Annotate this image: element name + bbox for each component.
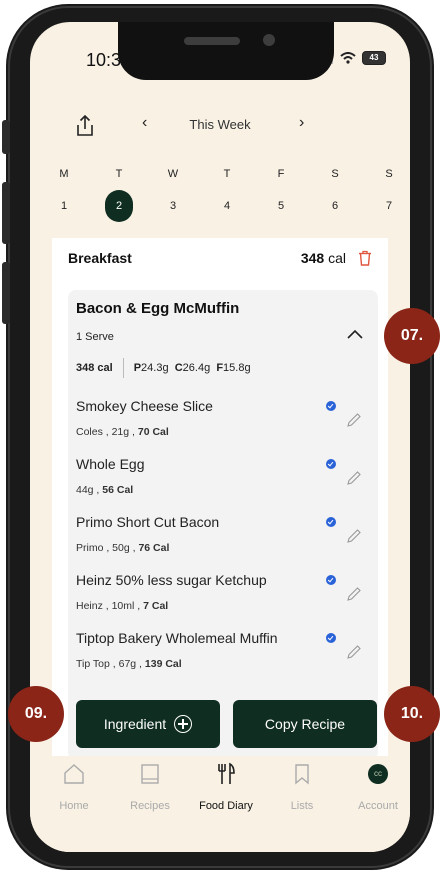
ingredient-name: Tiptop Bakery Wholemeal Muffin (76, 630, 278, 646)
copy-recipe-label: Copy Recipe (264, 716, 346, 732)
ingredient-item[interactable]: Tiptop Bakery Wholemeal Muffin Tip Top ,… (76, 630, 366, 680)
trash-icon[interactable] (358, 250, 372, 266)
recipe-name: Bacon & Egg McMuffin (76, 300, 240, 317)
verified-icon (326, 401, 336, 411)
weekday-label: T (223, 168, 231, 180)
ingredient-name: Whole Egg (76, 456, 145, 472)
date-cell[interactable]: 4 (213, 190, 241, 222)
tab-label: Home (59, 800, 89, 812)
weekday-label: F (277, 168, 285, 180)
meal-cal-value: 348 (300, 250, 325, 266)
pencil-icon[interactable] (346, 586, 362, 602)
copy-recipe-button[interactable]: Copy Recipe (233, 700, 377, 748)
date-cell[interactable]: 3 (159, 190, 187, 222)
date-cell[interactable]: 1 (50, 190, 78, 222)
silent-switch (2, 120, 10, 154)
avatar-icon: cc (368, 764, 388, 784)
protein-prefix: P (133, 362, 142, 374)
speaker-grille (184, 37, 240, 45)
macro-summary: 348 cal P 24.3g C 26.4g F 15.8g (76, 358, 251, 378)
ingredient-detail: Primo , 50g , 76 Cal (76, 542, 170, 554)
recipe-calories: 348 cal (76, 362, 113, 374)
meal-card: Breakfast 348 cal Bacon & Egg McMuffin 1… (52, 238, 388, 760)
ingredient-detail: 44g , 56 Cal (76, 484, 134, 496)
pencil-icon[interactable] (346, 644, 362, 660)
ingredient-detail: Heinz , 10ml , 7 Cal (76, 600, 169, 612)
ingredient-detail: Tip Top , 67g , 139 Cal (76, 658, 182, 670)
meal-cal-unit: cal (328, 250, 346, 266)
protein-value: 24.3g (141, 362, 169, 374)
bookmark-icon (295, 764, 309, 785)
add-ingredient-label: Ingredient (103, 716, 167, 732)
meal-title: Breakfast (68, 250, 132, 266)
tab-home[interactable]: Home (36, 756, 112, 826)
ingredient-item[interactable]: Whole Egg 44g , 56 Cal (76, 456, 366, 506)
date-cell[interactable]: 6 (321, 190, 349, 222)
meal-calories: 348 cal (301, 250, 346, 266)
week-label: This Week (189, 117, 251, 132)
pencil-icon[interactable] (346, 412, 362, 428)
pencil-icon[interactable] (346, 470, 362, 486)
macro-divider (122, 358, 124, 378)
add-ingredient-button[interactable]: Ingredient (76, 700, 220, 748)
ingredient-item[interactable]: Primo Short Cut Bacon Primo , 50g , 76 C… (76, 514, 366, 564)
verified-icon (326, 575, 336, 585)
week-navigation: This Week ‹ › (30, 114, 410, 138)
date-cell[interactable]: 5 (267, 190, 295, 222)
next-week-button[interactable]: › (299, 114, 304, 132)
tab-label: Food Diary (199, 800, 253, 812)
carbs-value: 26.4g (182, 362, 211, 374)
tab-food-diary[interactable]: Food Diary (188, 756, 264, 826)
weekday-label: S (331, 168, 339, 180)
ingredient-name: Primo Short Cut Bacon (76, 514, 220, 530)
weekday-label: S (385, 168, 393, 180)
notch (118, 22, 334, 80)
recipe-panel: Bacon & Egg McMuffin 1 Serve 348 cal P 24… (68, 290, 378, 760)
verified-icon (326, 517, 336, 527)
callout-badge: 10. (384, 686, 440, 742)
verified-icon (326, 633, 336, 643)
book-icon (141, 764, 159, 784)
ingredient-name: Smokey Cheese Slice (76, 398, 213, 414)
callout-badge: 07. (384, 308, 440, 364)
app-screen: 10:30 43 This Week ‹ › M T W T F S S 1 2… (30, 22, 410, 852)
fork-knife-icon (218, 762, 235, 784)
verified-icon (326, 459, 336, 469)
wifi-icon (340, 52, 356, 64)
fat-value: 15.8g (223, 362, 251, 374)
ingredient-item[interactable]: Smokey Cheese Slice Coles , 21g , 70 Cal (76, 398, 366, 448)
tab-account[interactable]: cc Account (340, 756, 410, 826)
tab-recipes[interactable]: Recipes (112, 756, 188, 826)
volume-down-button (2, 262, 10, 324)
home-icon (64, 764, 84, 784)
weekday-label: M (59, 168, 69, 180)
ingredient-item[interactable]: Heinz 50% less sugar Ketchup Heinz , 10m… (76, 572, 366, 622)
tab-label: Recipes (130, 800, 170, 812)
weekday-label: T (115, 168, 123, 180)
callout-badge: 09. (8, 686, 64, 742)
tab-lists[interactable]: Lists (264, 756, 340, 826)
ingredient-detail: Coles , 21g , 70 Cal (76, 426, 169, 438)
prev-week-button[interactable]: ‹ (142, 114, 147, 132)
ingredient-name: Heinz 50% less sugar Ketchup (76, 572, 267, 588)
date-cell[interactable]: 7 (375, 190, 403, 222)
fat-prefix: F (216, 362, 224, 374)
date-cell-selected[interactable]: 2 (105, 190, 133, 222)
battery-icon: 43 (362, 51, 386, 65)
weekday-label: W (167, 168, 179, 180)
front-camera (263, 34, 275, 46)
serving-size: 1 Serve (76, 331, 114, 343)
tab-label: Lists (290, 800, 314, 812)
bottom-tab-bar: Home Recipes Food Diary Lists cc Account (30, 756, 410, 852)
carbs-prefix: C (174, 362, 183, 374)
plus-circle-icon (174, 715, 193, 733)
tab-label: Account (358, 800, 398, 812)
volume-up-button (2, 182, 10, 244)
pencil-icon[interactable] (346, 528, 362, 544)
chevron-up-icon[interactable] (346, 328, 364, 340)
